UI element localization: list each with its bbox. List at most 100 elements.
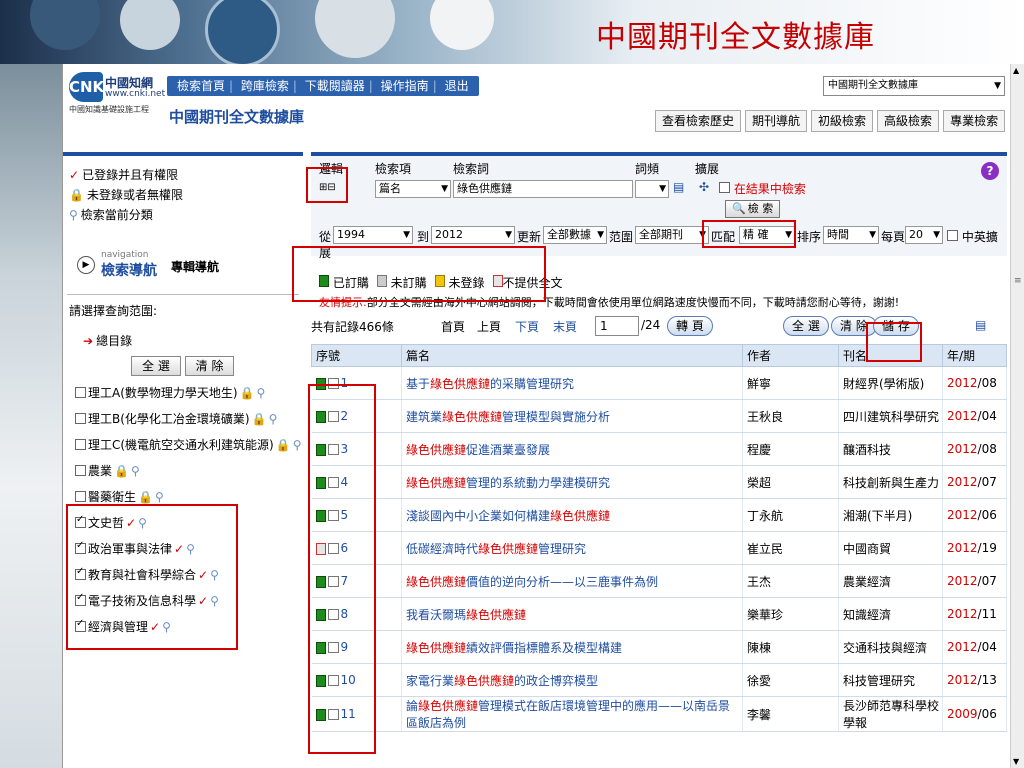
tab-journal-nav[interactable]: 期刊導航	[745, 110, 808, 132]
sort-select[interactable]: 時間 ▼	[823, 226, 879, 244]
author-cell[interactable]: 榮超	[742, 465, 839, 499]
author-cell[interactable]: 丁永航	[742, 498, 839, 532]
search-term-input[interactable]: 綠色供應鏈	[453, 180, 633, 198]
nav-reader-download[interactable]: 下載閱讀器	[301, 79, 369, 93]
magnifier-icon[interactable]: ⚲	[186, 542, 195, 556]
table-row[interactable]: 11 論綠色供應鏈管理模式在飯店環境管理中的應用——以南岳景區飯店為例 李馨 長沙師范…	[311, 696, 1007, 732]
category-checkbox[interactable]	[75, 566, 86, 580]
table-row[interactable]: 10 家電行業綠色供應鏈的政企博弈模型 徐愛 科技管理研究 2012/13	[311, 663, 1007, 697]
journal-cell[interactable]: 長沙師范專科學校學報	[838, 696, 943, 732]
clear-results-button[interactable]: 清 除	[831, 316, 877, 336]
journal-cell[interactable]: 四川建筑科學研究	[838, 399, 943, 433]
to-year-select[interactable]: 2012 ▼	[431, 226, 515, 244]
download-icon[interactable]	[315, 509, 326, 522]
year-issue-cell[interactable]: 2012/13	[942, 663, 1007, 697]
journal-cell[interactable]: 湘潮(下半月)	[838, 498, 943, 532]
download-icon[interactable]	[315, 575, 326, 588]
search-field-select[interactable]: 篇名 ▼	[375, 180, 451, 198]
year-issue-cell[interactable]: 2012/06	[942, 498, 1007, 532]
save-results-button[interactable]: 儲 存	[873, 316, 919, 336]
category-item[interactable]: 醫藥衛生 🔒 ⚲	[75, 488, 164, 505]
tab-basic-search[interactable]: 初級檢索	[811, 110, 874, 132]
col-title[interactable]: 篇名	[401, 344, 743, 367]
album-nav-link[interactable]: 專輯導航	[171, 258, 219, 275]
journal-cell[interactable]: 財經界(學術版)	[838, 366, 943, 400]
download-icon[interactable]	[315, 641, 326, 654]
category-item[interactable]: 理工A(數學物理力學天地生) 🔒 ⚲	[75, 384, 265, 401]
year-issue-cell[interactable]: 2012/08	[942, 366, 1007, 400]
help-icon[interactable]: ?	[981, 162, 999, 180]
nav-logout[interactable]: 退出	[441, 79, 473, 93]
nav-cross-db[interactable]: 跨庫檢索	[237, 79, 293, 93]
table-row[interactable]: 1 基于綠色供應鏈的采購管理研究 鮮寧 財經界(學術版) 2012/08	[311, 366, 1007, 400]
year-issue-cell[interactable]: 2012/19	[942, 531, 1007, 565]
journal-cell[interactable]: 科技創新與生產力	[838, 465, 943, 499]
article-title-link[interactable]: 基于綠色供應鏈的采購管理研究	[401, 366, 743, 400]
tab-search-history[interactable]: 查看檢索歷史	[655, 110, 742, 132]
article-title-link[interactable]: 淺談國內中小企業如何構建綠色供應鏈	[401, 498, 743, 532]
category-item[interactable]: 理工C(機電航空交通水利建筑能源) 🔒 ⚲	[75, 436, 302, 453]
category-item[interactable]: 理工B(化學化工冶金環境礦業) 🔒 ⚲	[75, 410, 277, 427]
last-page-link[interactable]: 末頁	[553, 318, 577, 335]
add-remove-row-icon[interactable]: ⊞⊟	[319, 182, 336, 193]
cnki-logo[interactable]: CNKI 中國知網 www.cnki.net	[69, 72, 169, 102]
search-nav-button[interactable]: ▶ navigation 檢索導航	[77, 250, 167, 279]
category-item[interactable]: 農業 🔒 ⚲	[75, 462, 140, 479]
category-checkbox[interactable]	[75, 413, 86, 424]
row-checkbox[interactable]	[327, 709, 339, 720]
col-year-issue[interactable]: 年/期	[942, 344, 1007, 367]
year-issue-cell[interactable]: 2012/07	[942, 465, 1007, 499]
table-row[interactable]: 9 綠色供應鏈績效評價指標體系及模型構建 陳棟 交通科技與經濟 2012/04	[311, 630, 1007, 664]
row-checkbox[interactable]	[327, 477, 339, 488]
chart-icon[interactable]: ▤	[673, 180, 684, 194]
download-icon[interactable]	[315, 674, 326, 687]
journal-cell[interactable]: 中國商貿	[838, 531, 943, 565]
journal-cell[interactable]: 農業經濟	[838, 564, 943, 598]
category-checkbox[interactable]	[75, 465, 86, 476]
year-issue-cell[interactable]: 2012/11	[942, 597, 1007, 631]
article-title-link[interactable]: 綠色供應鏈績效評價指標體系及模型構建	[401, 630, 743, 664]
article-title-link[interactable]: 綠色供應鏈管理的系統動力學建模研究	[401, 465, 743, 499]
tab-expert-search[interactable]: 專業檢索	[943, 110, 1006, 132]
category-checkbox[interactable]	[75, 439, 86, 450]
select-all-categories-button[interactable]: 全 選	[131, 356, 181, 376]
article-title-link[interactable]: 低碳經濟時代綠色供應鏈管理研究	[401, 531, 743, 565]
year-issue-cell[interactable]: 2012/04	[942, 630, 1007, 664]
article-title-link[interactable]: 家電行業綠色供應鏈的政企博弈模型	[401, 663, 743, 697]
scroll-down-icon[interactable]: ▼	[1013, 757, 1019, 766]
article-title-link[interactable]: 我看沃爾瑪綠色供應鏈	[401, 597, 743, 631]
database-select[interactable]: 中國期刊全文數據庫 ▼	[823, 76, 1005, 96]
year-issue-cell[interactable]: 2012/07	[942, 564, 1007, 598]
article-title-link[interactable]: 建筑業綠色供應鏈管理模型與實施分析	[401, 399, 743, 433]
table-row[interactable]: 8 我看沃爾瑪綠色供應鏈 樂華珍 知識經濟 2012/11	[311, 597, 1007, 631]
download-icon[interactable]	[315, 608, 326, 621]
table-row[interactable]: 3 綠色供應鏈促進酒業臺發展 程慶 釀酒科技 2012/08	[311, 432, 1007, 466]
next-page-link[interactable]: 下頁	[515, 318, 539, 335]
download-icon[interactable]	[315, 708, 326, 721]
magnifier-icon[interactable]: ⚲	[131, 464, 140, 478]
cn-en-expand[interactable]: 中英擴	[947, 228, 998, 245]
download-icon[interactable]	[315, 443, 326, 456]
author-cell[interactable]: 樂華珍	[742, 597, 839, 631]
category-item[interactable]: 經濟與管理✓⚲	[75, 618, 171, 635]
table-row[interactable]: 7 綠色供應鏈價值的逆向分析——以三鹿事件為例 王杰 農業經濟 2012/07	[311, 564, 1007, 598]
nav-search-home[interactable]: 檢索首頁	[173, 79, 229, 93]
category-checkbox[interactable]	[75, 514, 86, 528]
cn-en-checkbox[interactable]	[947, 230, 958, 241]
category-checkbox[interactable]	[75, 540, 86, 554]
no-fulltext-icon[interactable]	[315, 542, 326, 555]
frequency-select[interactable]: ▼	[635, 180, 669, 198]
page-scrollbar[interactable]: ▲ ≡ ▼	[1010, 64, 1024, 768]
category-checkbox[interactable]	[75, 592, 86, 606]
category-item[interactable]: 文史哲✓⚲	[75, 514, 147, 531]
journal-cell[interactable]: 交通科技與經濟	[838, 630, 943, 664]
row-checkbox[interactable]	[327, 675, 339, 686]
author-cell[interactable]: 崔立民	[742, 531, 839, 565]
scroll-grip-icon[interactable]: ≡	[1014, 276, 1022, 286]
author-cell[interactable]: 鮮寧	[742, 366, 839, 400]
category-item[interactable]: 電子技術及信息科學✓⚲	[75, 592, 219, 609]
download-icon[interactable]	[315, 410, 326, 423]
first-page-link[interactable]: 首頁	[441, 318, 465, 335]
list-view-icon[interactable]: ▤	[975, 318, 986, 332]
col-number[interactable]: 序號	[311, 344, 402, 367]
